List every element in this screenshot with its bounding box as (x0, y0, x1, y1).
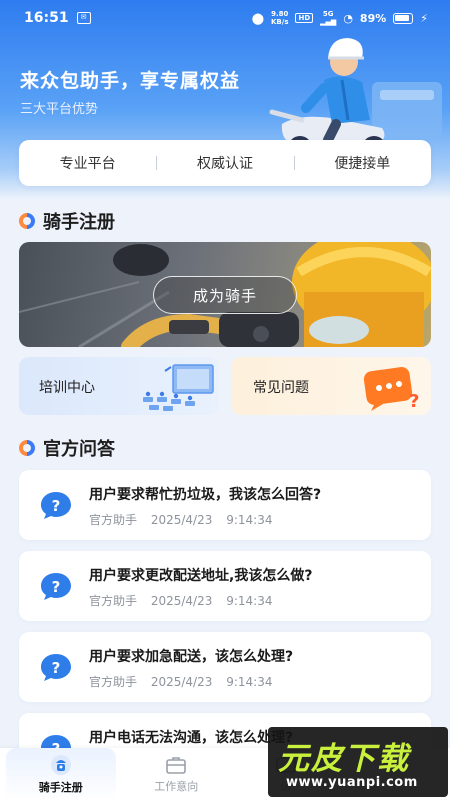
hd-badge: HD (295, 13, 314, 23)
qa-question: 用户要求加急配送，该怎么处理? (89, 649, 294, 665)
network-speed: 9.80 KB/s (271, 10, 288, 26)
qa-question: 用户要求更改配送地址,我该怎么做? (89, 568, 313, 584)
status-indicators: ⬤ 9.80 KB/s HD 5G ▂▄▆ ◔ 89% ⚡ (252, 10, 428, 26)
become-rider-banner[interactable]: 成为骑手 (19, 242, 431, 347)
faq-label: 常见问题 (253, 380, 309, 396)
site-watermark: 元皮下载 www.yuanpi.com (268, 727, 448, 797)
training-center-tile[interactable]: 培训中心 (19, 357, 219, 415)
become-rider-button[interactable]: 成为骑手 (153, 276, 297, 314)
rider-icon (50, 754, 71, 775)
advantage-authoritative-certification: 权威认证 (156, 153, 293, 173)
tab-label: 骑手注册 (38, 780, 83, 794)
signal-icon: 5G ▂▄▆ (320, 10, 337, 26)
chat-bubble-icon: ? (363, 366, 419, 412)
battery-percent: 89% (359, 11, 387, 25)
advantage-professional-platform: 专业平台 (59, 156, 116, 172)
watermark-logo-text: 元皮下载 (278, 741, 410, 777)
qa-section-title: 官方问答 (43, 439, 115, 460)
qa-question: 用户要求帮忙扔垃圾，我该怎么回答? (89, 487, 322, 503)
question-bubble-icon: ? (41, 492, 71, 519)
qa-section-header: 官方问答 (19, 435, 115, 461)
network-speed-value: 9.80 (271, 10, 289, 18)
hero-subtitle: 三大平台优势 (20, 102, 99, 117)
qa-time: 9:14:34 (226, 594, 273, 608)
tab-rider-registration[interactable]: 骑手注册 (6, 748, 116, 800)
section-ring-icon (19, 213, 35, 229)
advantages-card: 专业平台 权威认证 便捷接单 (19, 140, 431, 186)
qa-list-item[interactable]: ? 用户要求更改配送地址,我该怎么做? 官方助手 2025/4/23 9:14:… (19, 551, 431, 621)
notification-icon: ✉ (76, 12, 91, 24)
tab-label: 工作意向 (154, 779, 199, 793)
training-center-label: 培训中心 (39, 380, 95, 396)
qa-date: 2025/4/23 (150, 594, 213, 608)
section-ring-icon (19, 440, 35, 456)
qa-meta: 官方助手 2025/4/23 9:14:34 (89, 673, 272, 690)
faq-tile[interactable]: 常见问题 ? (231, 357, 431, 415)
signal-label: 5G (322, 10, 334, 18)
qa-list-item[interactable]: ? 用户要求帮忙扔垃圾，我该怎么回答? 官方助手 2025/4/23 9:14:… (19, 470, 431, 540)
qa-author: 官方助手 (89, 594, 138, 608)
svg-text:?: ? (52, 659, 61, 677)
qa-date: 2025/4/23 (150, 675, 213, 689)
qa-meta: 官方助手 2025/4/23 9:14:34 (89, 511, 272, 528)
network-speed-unit: KB/s (271, 18, 289, 26)
location-icon: ⬤ (251, 11, 264, 25)
question-bubble-icon: ? (41, 573, 71, 600)
wifi-icon: ◔ (343, 11, 353, 25)
rider-section-title: 骑手注册 (43, 212, 115, 233)
qa-list-item[interactable]: ? 用户要求加急配送，该怎么处理? 官方助手 2025/4/23 9:14:34 (19, 632, 431, 702)
classroom-icon (143, 364, 214, 411)
hero-title: 来众包助手，享专属权益 (20, 70, 241, 92)
qa-time: 9:14:34 (226, 675, 273, 689)
svg-text:?: ? (52, 497, 61, 515)
rider-section-header: 骑手注册 (19, 208, 115, 234)
svg-text:?: ? (52, 578, 61, 596)
question-bubble-icon: ? (41, 654, 71, 681)
svg-text:?: ? (409, 391, 419, 412)
qa-time: 9:14:34 (226, 513, 273, 527)
qa-date: 2025/4/23 (150, 513, 213, 527)
qa-author: 官方助手 (89, 675, 138, 689)
advantage-convenient-orders: 便捷接单 (293, 153, 431, 173)
tab-work-intention[interactable]: 工作意向 (122, 748, 232, 800)
watermark-url: www.yuanpi.com (286, 775, 418, 790)
charging-icon: ⚡ (420, 11, 428, 25)
status-time: 16:51 (24, 10, 69, 26)
qa-question: 用户电话无法沟通，该怎么处理? (89, 730, 294, 746)
qa-author: 官方助手 (89, 513, 138, 527)
battery-icon (393, 12, 414, 24)
briefcase-icon (166, 756, 187, 774)
qa-meta: 官方助手 2025/4/23 9:14:34 (89, 592, 272, 609)
